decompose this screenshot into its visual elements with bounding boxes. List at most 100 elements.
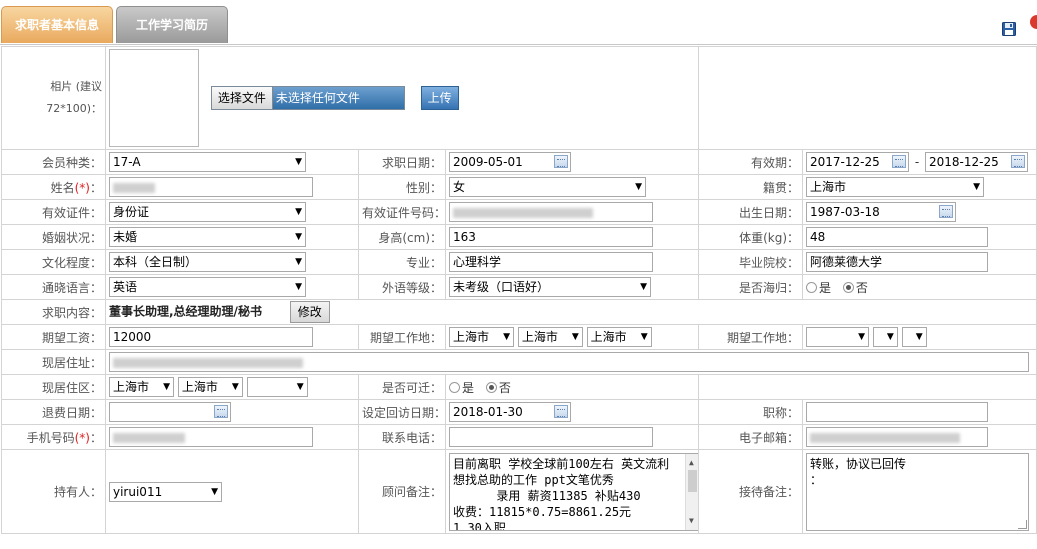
dropdown-arrow-icon: ▼ xyxy=(163,382,170,392)
language-label: 通晓语言： xyxy=(1,274,106,300)
dropdown-arrow-icon: ▼ xyxy=(503,332,510,342)
id-number-label: 有效证件号码： xyxy=(358,199,446,225)
phone-input[interactable] xyxy=(449,427,653,447)
mobile-input[interactable] xyxy=(109,427,313,447)
photo-label: 相片 (建议72*100)： xyxy=(1,46,106,150)
birth-date-field[interactable]: 1987-03-18 xyxy=(806,202,957,222)
phone-label: 联系电话： xyxy=(358,424,446,450)
name-label: 姓名(*)： xyxy=(1,174,106,200)
address-input[interactable] xyxy=(109,352,1029,372)
modify-button[interactable]: 修改 xyxy=(289,301,330,323)
resize-grip-icon[interactable] xyxy=(1018,519,1028,529)
dropdown-arrow-icon: ▼ xyxy=(211,486,218,497)
choose-file-button[interactable]: 选择文件 xyxy=(211,87,273,109)
education-label: 文化程度： xyxy=(1,249,106,275)
photo-preview xyxy=(109,49,199,147)
language-select[interactable]: 英语 ▼ xyxy=(109,277,306,297)
height-input[interactable]: 163 xyxy=(449,227,653,247)
calendar-icon[interactable] xyxy=(214,405,228,418)
tab-bar: 求职者基本信息 工作学习简历 xyxy=(0,0,1037,45)
dropdown-arrow-icon: ▼ xyxy=(886,332,894,342)
relocate-label: 是否可迁： xyxy=(358,374,446,400)
dropdown-arrow-icon: ▼ xyxy=(295,282,302,292)
returnee-label: 是否海归： xyxy=(698,274,804,300)
work-place2-select-1[interactable]: ▼ xyxy=(806,327,870,347)
major-input[interactable]: 心理科学 xyxy=(449,252,653,272)
calendar-icon[interactable] xyxy=(892,155,907,168)
save-icon[interactable] xyxy=(1002,22,1016,36)
holder-label: 持有人： xyxy=(1,449,106,534)
dropdown-arrow-icon: ▼ xyxy=(295,232,302,242)
native-place-label: 籍贯： xyxy=(698,174,804,200)
dropdown-arrow-icon: ▼ xyxy=(973,182,981,192)
birth-date-label: 出生日期： xyxy=(698,199,804,225)
refund-date-label: 退费日期： xyxy=(1,399,106,425)
weight-input[interactable]: 48 xyxy=(806,227,989,247)
member-type-select[interactable]: 17-A ▼ xyxy=(109,152,306,172)
returnee-no-radio[interactable] xyxy=(842,281,854,293)
district-select-2[interactable]: 上海市 ▼ xyxy=(177,377,243,397)
education-select[interactable]: 本科（全日制） ▼ xyxy=(109,252,306,272)
valid-to-field[interactable]: 2018-12-25 xyxy=(925,152,1029,172)
name-input[interactable] xyxy=(109,177,313,197)
valid-from-field[interactable]: 2017-12-25 xyxy=(806,152,910,172)
dropdown-arrow-icon: ▼ xyxy=(915,332,923,342)
address-label: 现居住址： xyxy=(1,349,106,375)
job-title-input[interactable] xyxy=(806,402,989,422)
email-input[interactable] xyxy=(806,427,989,447)
relocate-yes-radio[interactable] xyxy=(449,381,460,393)
work-place-select-1[interactable]: 上海市 ▼ xyxy=(449,327,514,347)
file-chooser[interactable]: 选择文件 未选择任何文件 xyxy=(210,86,405,110)
calendar-icon[interactable] xyxy=(554,155,568,168)
relocate-no-radio[interactable] xyxy=(485,381,497,393)
work-place2-select-2[interactable]: ▼ xyxy=(872,327,898,347)
school-label: 毕业院校： xyxy=(698,249,804,275)
member-type-label: 会员种类： xyxy=(1,149,106,175)
no-file-text: 未选择任何文件 xyxy=(272,87,404,109)
dropdown-arrow-icon: ▼ xyxy=(635,182,642,192)
scroll-down-icon: ▼ xyxy=(689,515,694,525)
marital-status-select[interactable]: 未婚 ▼ xyxy=(109,227,306,247)
job-seeker-form: 相片 (建议72*100)： 选择文件 未选择任何文件 上传 会员种类： 17-A… xyxy=(1,46,1037,534)
id-number-input[interactable] xyxy=(449,202,653,222)
id-type-select[interactable]: 身份证 ▼ xyxy=(109,202,306,222)
apply-date-field[interactable]: 2009-05-01 xyxy=(449,152,571,172)
mobile-label: 手机号码(*)： xyxy=(1,424,106,450)
upload-button[interactable]: 上传 xyxy=(420,86,459,110)
native-place-select[interactable]: 上海市 ▼ xyxy=(806,177,985,197)
reception-note-label: 接待备注： xyxy=(698,449,804,534)
app-edge-badge-icon xyxy=(1030,15,1037,29)
apply-date-label: 求职日期： xyxy=(358,149,446,175)
returnee-yes-radio[interactable] xyxy=(806,281,818,293)
salary-input[interactable]: 12000 xyxy=(109,327,313,347)
dropdown-arrow-icon: ▼ xyxy=(640,332,648,342)
school-input[interactable]: 阿德莱德大学 xyxy=(806,252,989,272)
refund-date-field[interactable] xyxy=(109,402,231,422)
id-type-label: 有效证件： xyxy=(1,199,106,225)
dropdown-arrow-icon: ▼ xyxy=(640,282,647,292)
reception-note-textarea[interactable]: 转账，协议已回传 ： xyxy=(806,452,1030,531)
revisit-date-field[interactable]: 2018-01-30 xyxy=(449,402,571,422)
calendar-icon[interactable] xyxy=(1011,155,1026,168)
dropdown-arrow-icon: ▼ xyxy=(858,332,866,342)
tab-basic-info[interactable]: 求职者基本信息 xyxy=(1,6,113,43)
calendar-icon[interactable] xyxy=(554,405,568,418)
gender-select[interactable]: 女 ▼ xyxy=(449,177,646,197)
holder-select[interactable]: yirui011 ▼ xyxy=(109,481,222,502)
district-select-1[interactable]: 上海市 ▼ xyxy=(109,377,174,397)
work-place-select-3[interactable]: 上海市 ▼ xyxy=(586,327,652,347)
consultant-note-textarea[interactable]: 目前离职 学校全球前100左右 英文流利 想找总助的工作 ppt文笔优秀 录用 … xyxy=(449,452,698,531)
tab-work-study-history[interactable]: 工作学习简历 xyxy=(116,6,228,43)
height-label: 身高(cm)： xyxy=(358,224,446,250)
email-label: 电子邮箱： xyxy=(698,424,804,450)
revisit-date-label: 设定回访日期： xyxy=(358,399,446,425)
work-place-label-2: 期望工作地： xyxy=(698,324,804,350)
district-select-3[interactable]: ▼ xyxy=(246,377,308,397)
valid-period-label: 有效期： xyxy=(698,149,804,175)
scrollbar[interactable]: ▲ ▼ xyxy=(685,453,698,530)
calendar-icon[interactable] xyxy=(939,205,954,218)
work-place-select-2[interactable]: 上海市 ▼ xyxy=(517,327,583,347)
work-place2-select-3[interactable]: ▼ xyxy=(901,327,927,347)
foreign-level-select[interactable]: 未考级（口语好） ▼ xyxy=(449,277,651,297)
marital-status-label: 婚姻状况： xyxy=(1,224,106,250)
